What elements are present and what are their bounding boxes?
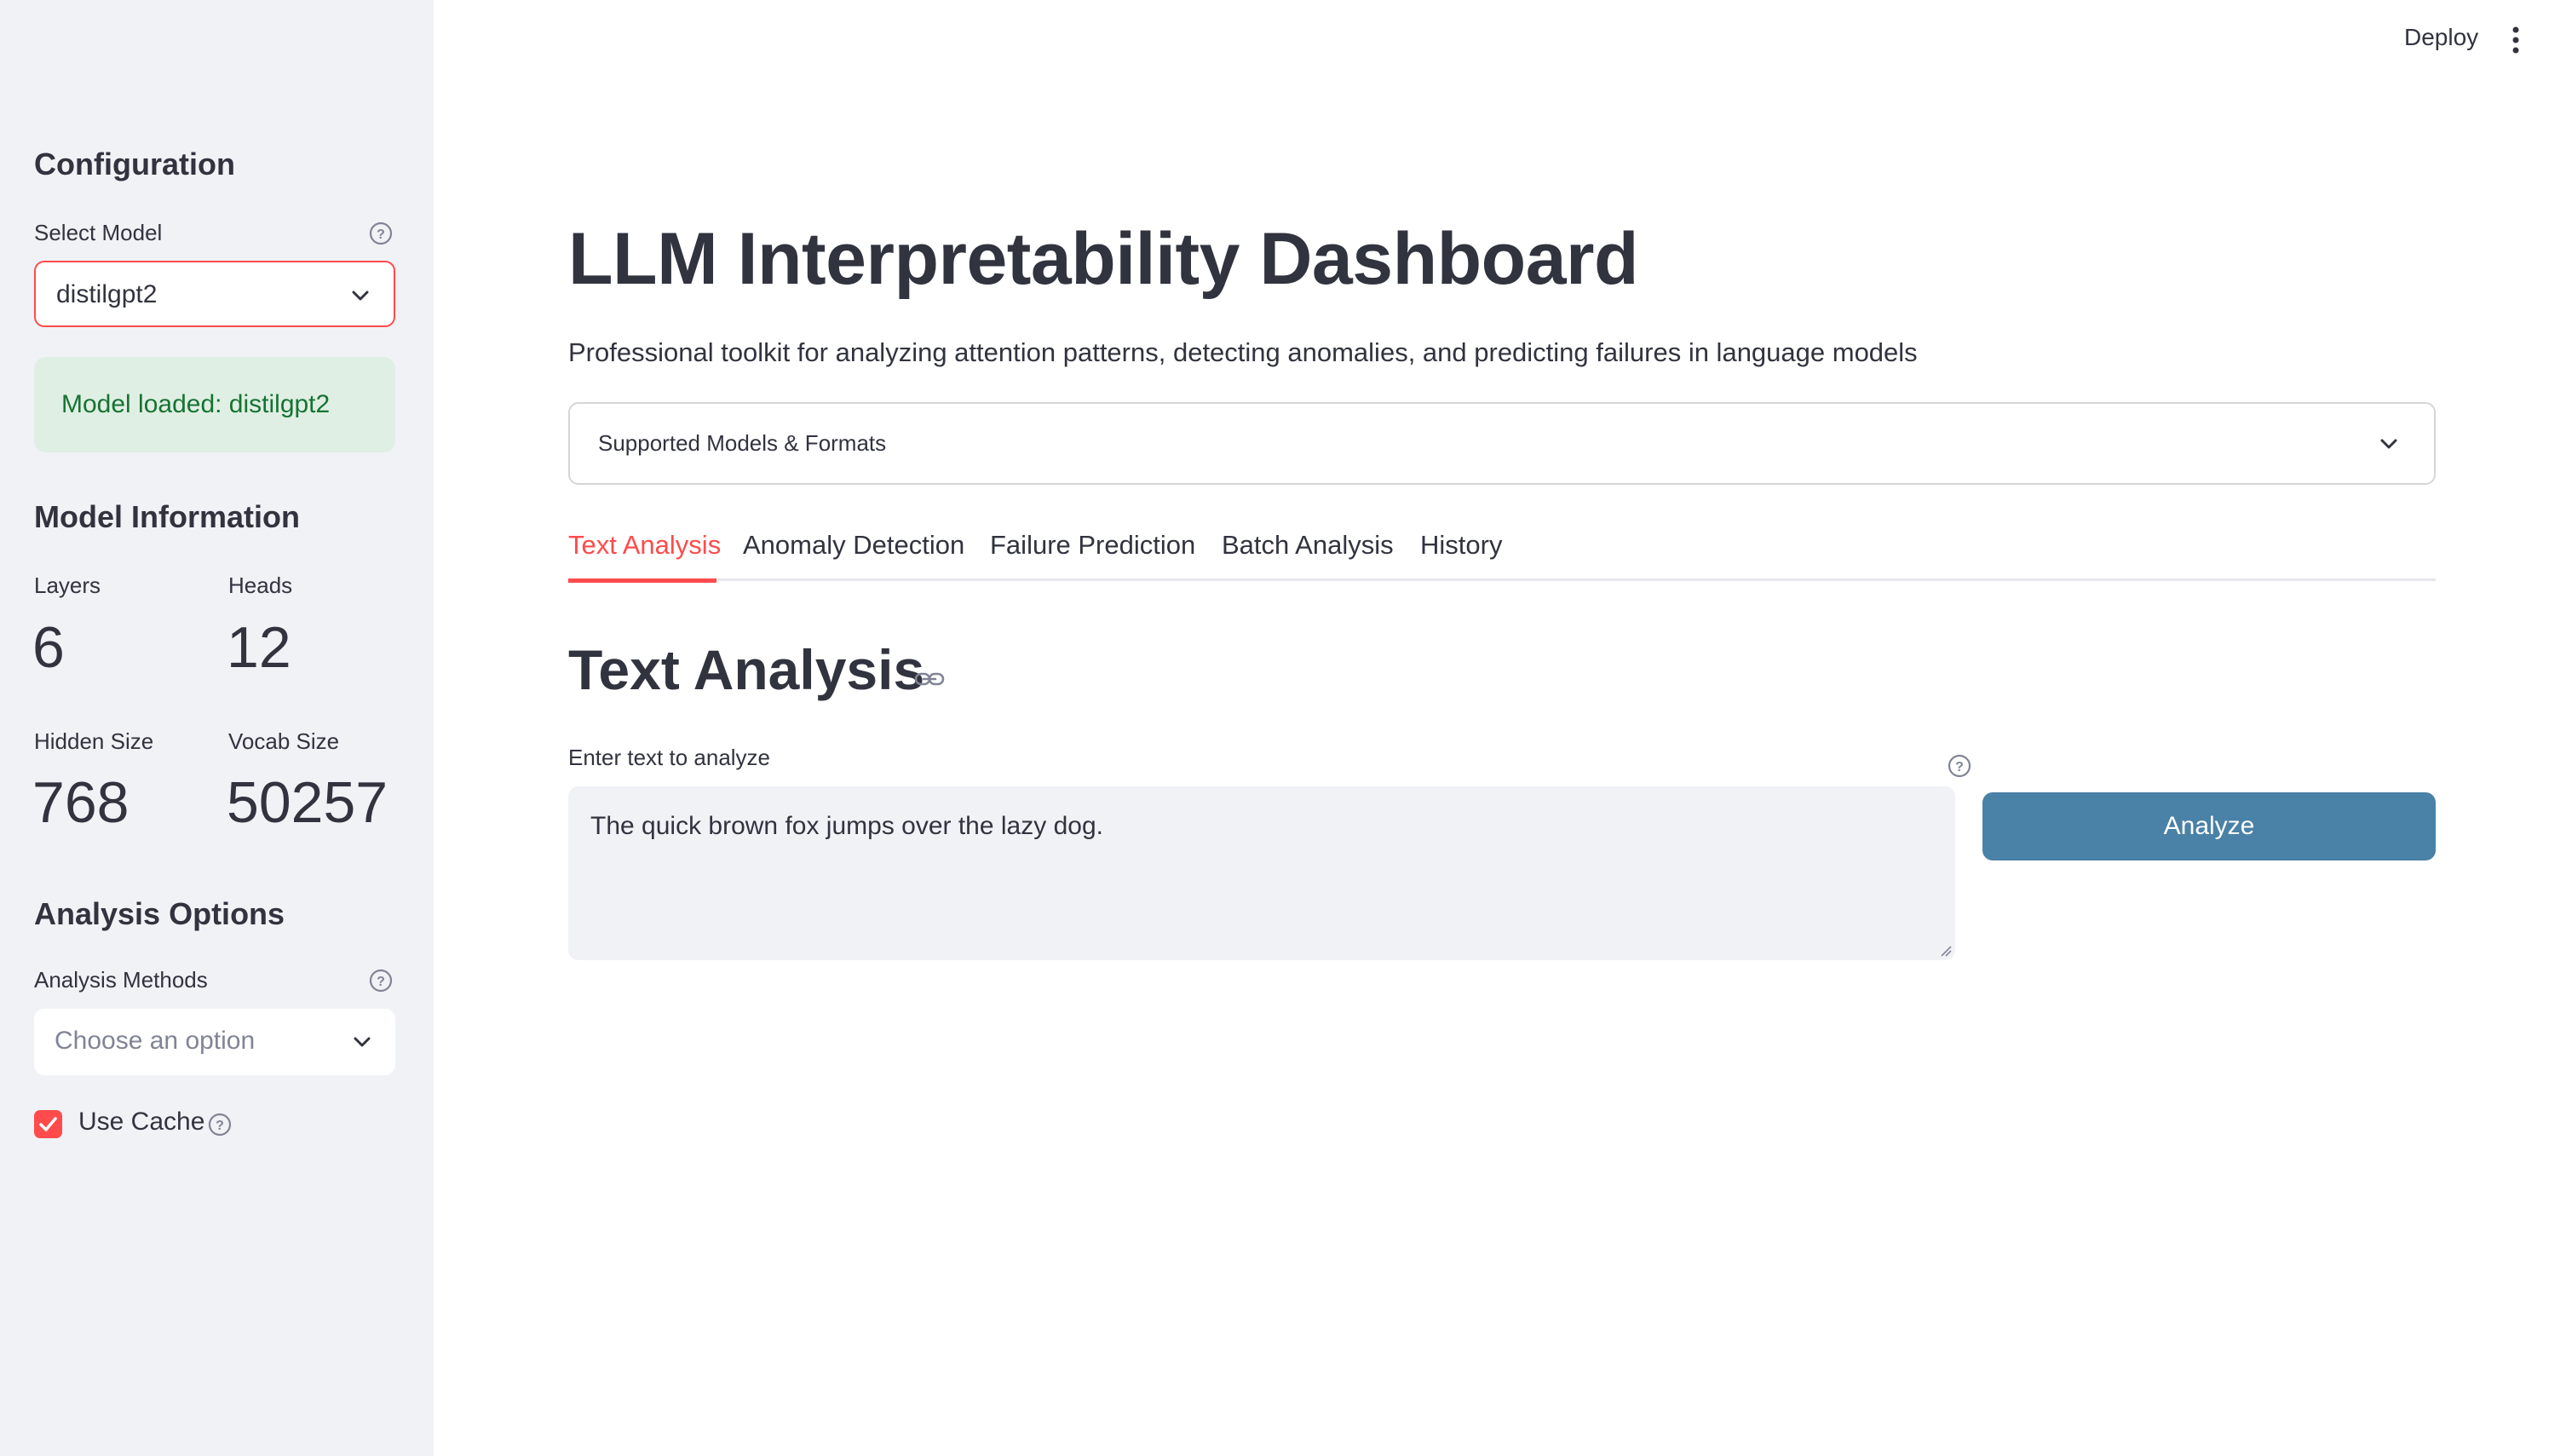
tab-text-analysis[interactable]: Text Analysis xyxy=(568,527,721,564)
tab-bar: Text Analysis Anomaly Detection Failure … xyxy=(568,527,2436,583)
select-model-value: distilgpt2 xyxy=(56,280,158,308)
checkmark-icon xyxy=(39,1117,57,1131)
sidebar: Configuration Select Model ? distilgpt2 … xyxy=(0,0,434,1456)
section-heading: Text Analysis xyxy=(568,638,925,701)
metric-value-heads: 12 xyxy=(227,615,291,680)
chevron-down-icon xyxy=(352,291,369,301)
svg-text:?: ? xyxy=(377,227,385,242)
metric-value-vocab-size: 50257 xyxy=(227,770,388,835)
metric-value-layers: 6 xyxy=(32,615,65,680)
svg-text:?: ? xyxy=(377,975,385,989)
use-cache-label[interactable]: Use Cache xyxy=(78,1108,204,1137)
tab-failure-prediction[interactable]: Failure Prediction xyxy=(990,527,1195,564)
metric-label-heads: Heads xyxy=(228,573,293,598)
help-icon[interactable]: ? xyxy=(1947,753,1972,779)
help-icon[interactable]: ? xyxy=(207,1112,233,1137)
model-information-heading: Model Information xyxy=(34,499,300,534)
tab-anomaly-detection[interactable]: Anomaly Detection xyxy=(743,527,964,564)
analyze-button[interactable]: Analyze xyxy=(1982,792,2436,860)
help-icon[interactable]: ? xyxy=(368,968,394,993)
analysis-options-heading: Analysis Options xyxy=(34,896,285,931)
chevron-down-icon xyxy=(2380,439,2397,449)
resize-handle-icon[interactable] xyxy=(1938,943,1952,957)
metric-label-layers: Layers xyxy=(34,573,101,598)
page-title: LLM Interpretability Dashboard xyxy=(568,218,1639,300)
page-subtitle: Professional toolkit for analyzing atten… xyxy=(568,337,1918,367)
text-input-value: The quick brown fox jumps over the lazy … xyxy=(590,812,1103,840)
tab-batch-analysis[interactable]: Batch Analysis xyxy=(1222,527,1394,564)
link-icon[interactable] xyxy=(913,666,946,692)
svg-text:?: ? xyxy=(1955,760,1964,774)
configuration-heading: Configuration xyxy=(34,147,235,181)
chevron-down-icon xyxy=(354,1037,371,1047)
kebab-menu-icon[interactable] xyxy=(2509,26,2523,55)
metric-label-hidden-size: Hidden Size xyxy=(34,728,154,754)
supported-models-expander[interactable]: Supported Models & Formats xyxy=(568,402,2436,485)
tab-history[interactable]: History xyxy=(1420,527,1502,564)
help-icon[interactable]: ? xyxy=(368,221,394,246)
model-loaded-alert: Model loaded: distilgpt2 xyxy=(34,357,395,452)
deploy-button[interactable]: Deploy xyxy=(2404,24,2478,51)
metric-value-hidden-size: 768 xyxy=(32,770,129,835)
text-input-label: Enter text to analyze xyxy=(568,745,771,770)
analysis-methods-multiselect[interactable]: Choose an option xyxy=(34,1009,395,1075)
expander-label: Supported Models & Formats xyxy=(598,430,887,456)
analysis-methods-label: Analysis Methods xyxy=(34,967,208,993)
active-tab-indicator xyxy=(568,578,716,583)
select-model-label: Select Model xyxy=(34,220,163,245)
model-loaded-message: Model loaded: distilgpt2 xyxy=(61,390,331,418)
use-cache-checkbox[interactable] xyxy=(34,1110,62,1138)
analysis-methods-placeholder: Choose an option xyxy=(55,1027,256,1055)
text-input-area[interactable]: The quick brown fox jumps over the lazy … xyxy=(568,786,1955,960)
metric-label-vocab-size: Vocab Size xyxy=(228,728,340,754)
svg-text:?: ? xyxy=(216,1119,224,1133)
select-model-dropdown[interactable]: distilgpt2 xyxy=(34,261,395,327)
analyze-button-label: Analyze xyxy=(2163,812,2255,840)
